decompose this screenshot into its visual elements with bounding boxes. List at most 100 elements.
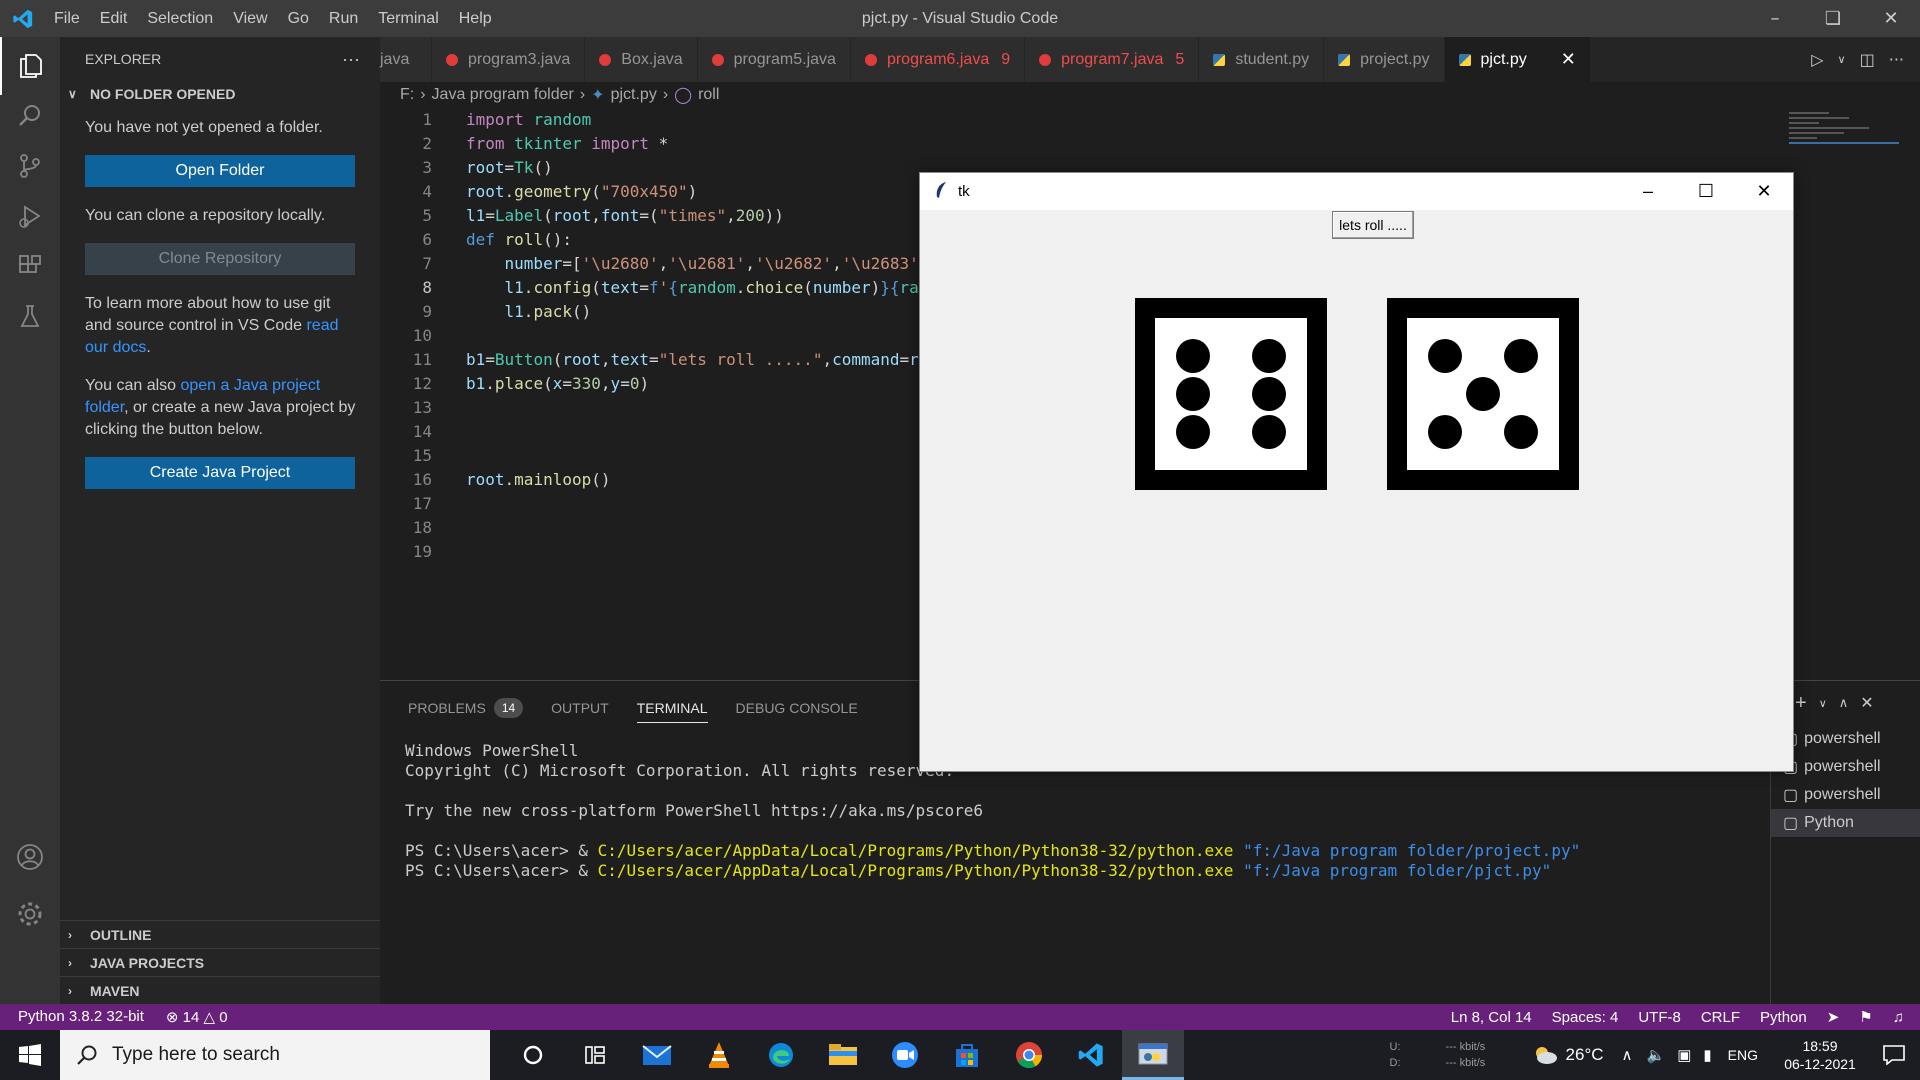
tab-program5-java[interactable]: program5.java [697, 37, 851, 82]
file-explorer-icon[interactable] [812, 1030, 874, 1080]
explorer-header: EXPLORER ··· [60, 37, 380, 81]
breadcrumb-symbol[interactable]: roll [698, 86, 719, 104]
indentation[interactable]: Spaces: 4 [1552, 1009, 1619, 1026]
menu-run[interactable]: Run [319, 10, 368, 28]
store-icon[interactable] [936, 1030, 998, 1080]
line-endings[interactable]: CRLF [1701, 1009, 1740, 1026]
maven-section[interactable]: › MAVEN [60, 976, 380, 1004]
start-button[interactable] [0, 1030, 60, 1080]
menu-file[interactable]: File [44, 10, 90, 28]
tk-maximize-button[interactable]: ☐ [1677, 173, 1735, 210]
tk-close-button[interactable]: ✕ [1735, 173, 1793, 210]
tab-java[interactable]: java [380, 37, 432, 82]
network-icon[interactable]: ▣ [1677, 1046, 1691, 1064]
tab-program7-java[interactable]: program7.java 5 [1025, 37, 1200, 82]
menu-terminal[interactable]: Terminal [368, 10, 448, 28]
problems-status[interactable]: ⊗ 14 △ 0 [166, 1008, 228, 1026]
menu-selection[interactable]: Selection [137, 10, 223, 28]
menu-edit[interactable]: Edit [90, 10, 138, 28]
run-python-icon[interactable]: ▷ [1811, 50, 1823, 69]
menu-help[interactable]: Help [449, 10, 502, 28]
system-tray: U: D: --- kbit/s --- kbit/s 26°C ∧ 🔈 ▣ ▮… [1390, 1030, 1920, 1080]
tab-pjct-py[interactable]: pjct.py ✕ [1444, 37, 1591, 82]
taskbar-search[interactable]: Type here to search [60, 1030, 490, 1080]
maven-label: MAVEN [90, 982, 140, 999]
no-folder-section[interactable]: ∨ NO FOLDER OPENED [60, 81, 380, 107]
notifications-icon[interactable] [1868, 1045, 1920, 1065]
temperature: 26°C [1565, 1045, 1604, 1064]
die-pip [1504, 339, 1538, 373]
feedback-icon[interactable]: ➤ [1827, 1008, 1840, 1026]
language-mode[interactable]: Python [1760, 1009, 1807, 1026]
close-button[interactable]: ✕ [1862, 0, 1920, 37]
close-panel-icon[interactable]: ✕ [1860, 693, 1873, 713]
close-tab-icon[interactable]: ✕ [1561, 49, 1576, 70]
volume-icon[interactable]: 🔈 [1647, 1046, 1666, 1064]
tab-output[interactable]: OUTPUT [551, 693, 609, 723]
tab-program3-java[interactable]: program3.java [432, 37, 586, 82]
chevron-down-icon[interactable]: ∨ [1819, 697, 1827, 710]
java-projects-label: JAVA PROJECTS [90, 954, 205, 971]
line-number: 9 [422, 302, 432, 321]
tab-problems[interactable]: PROBLEMS 14 [408, 693, 524, 723]
create-java-project-button[interactable]: Create Java Project [85, 457, 355, 489]
outline-section[interactable]: › OUTLINE [60, 920, 380, 948]
python-tk-taskbar-icon[interactable] [1122, 1030, 1184, 1080]
tab-project-py[interactable]: project.py [1324, 37, 1445, 82]
chrome-icon[interactable] [998, 1030, 1060, 1080]
tab-program6-java[interactable]: program6.java 9 [850, 37, 1026, 82]
weather-widget[interactable]: 26°C [1532, 1045, 1604, 1065]
java-file-icon [446, 53, 458, 66]
new-terminal-icon[interactable]: + [1795, 692, 1807, 715]
menu-go[interactable]: Go [278, 10, 319, 28]
maximize-panel-icon[interactable]: ∧ [1839, 695, 1849, 711]
edge-icon[interactable] [750, 1030, 812, 1080]
code-text: root.geometry("700x450") [466, 182, 698, 201]
chevron-down-icon[interactable]: ∨ [1838, 53, 1846, 66]
breadcrumb-drive[interactable]: F: [400, 86, 414, 104]
restore-button[interactable]: ❏ [1804, 0, 1862, 37]
clone-repository-button[interactable]: Clone Repository [85, 243, 355, 275]
tab-debug-console[interactable]: DEBUG CONSOLE [736, 693, 858, 723]
tab-student-py[interactable]: student.py [1199, 37, 1325, 82]
task-view-icon[interactable] [564, 1030, 626, 1080]
vlc-icon[interactable] [688, 1030, 750, 1080]
code-text: root.mainloop() [466, 470, 611, 489]
tab-box-java[interactable]: Box.java [585, 37, 698, 82]
mail-icon[interactable] [626, 1030, 688, 1080]
java-projects-section[interactable]: › JAVA PROJECTS [60, 948, 380, 976]
settings-gear-icon[interactable] [0, 885, 60, 943]
breadcrumb-file[interactable]: pjct.py [611, 86, 657, 104]
zoom-icon[interactable] [874, 1030, 936, 1080]
python-interpreter[interactable]: Python 3.8.2 32-bit [18, 1008, 144, 1026]
more-actions-icon[interactable]: ··· [342, 49, 360, 70]
menu-view[interactable]: View [223, 10, 277, 28]
account-sync-icon[interactable]: ⚑ [1859, 1008, 1872, 1026]
clock[interactable]: 18:59 06-12-2021 [1772, 1037, 1868, 1073]
breadcrumb-folder[interactable]: Java program folder [432, 86, 574, 104]
tray-chevron-up-icon[interactable]: ∧ [1622, 1046, 1633, 1064]
encoding[interactable]: UTF-8 [1638, 1009, 1681, 1026]
minimap[interactable] [1785, 108, 1905, 678]
battery-icon[interactable]: ▮ [1703, 1046, 1711, 1064]
code-editor[interactable]: 1 import random 2 from tkinter import * 3 r… [380, 108, 920, 680]
tk-minimize-button[interactable]: – [1619, 173, 1677, 210]
die-pip [1252, 339, 1286, 373]
cortana-icon[interactable] [502, 1030, 564, 1080]
notifications-bell-icon[interactable]: ♫ [1893, 1009, 1904, 1026]
java-project-message: You can also open a Java project folder,… [85, 375, 356, 441]
split-editor-icon[interactable]: ◫ [1860, 50, 1875, 69]
open-folder-button[interactable]: Open Folder [85, 155, 355, 187]
lets-roll-button[interactable]: lets roll ..... [1332, 211, 1414, 239]
terminal-item-label: powershell [1804, 786, 1881, 803]
minimize-button[interactable]: – [1746, 0, 1804, 37]
terminal-item[interactable]: ▢ powershell [1771, 781, 1920, 809]
more-actions-icon[interactable]: ··· [1889, 50, 1904, 69]
accounts-icon[interactable] [0, 828, 60, 886]
vscode-taskbar-icon[interactable] [1060, 1030, 1122, 1080]
terminal-item[interactable]: ▢ Python [1771, 809, 1920, 837]
cursor-position[interactable]: Ln 8, Col 14 [1451, 1009, 1532, 1026]
input-language[interactable]: ENG [1728, 1047, 1758, 1063]
tab-terminal[interactable]: TERMINAL [636, 693, 708, 723]
testing-icon[interactable] [0, 287, 60, 345]
